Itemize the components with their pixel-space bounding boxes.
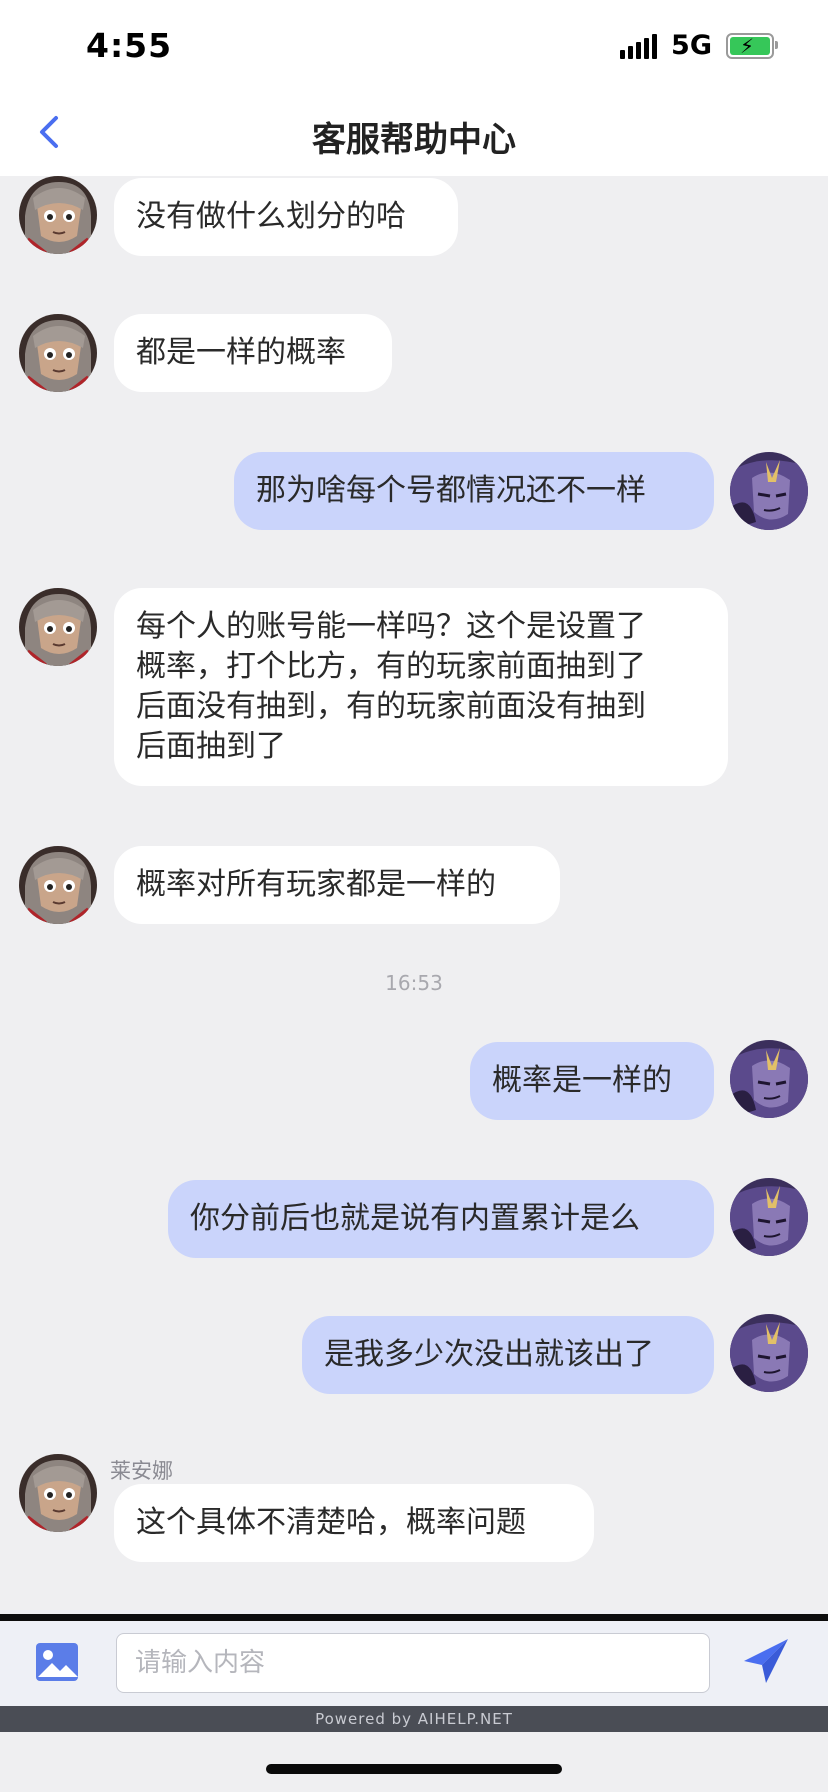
user-avatar[interactable]: [730, 452, 808, 530]
sender-name: 莱安娜: [110, 1459, 173, 1483]
message-input[interactable]: [116, 1633, 710, 1693]
agent-message-bubble: 这个具体不清楚哈，概率问题: [114, 1484, 594, 1562]
agent-message-bubble: 没有做什么划分的哈: [114, 178, 458, 256]
input-bar: [0, 1614, 828, 1706]
user-message-bubble: 那为啥每个号都情况还不一样: [234, 452, 714, 530]
user-avatar[interactable]: [730, 1314, 808, 1392]
signal-icon: [620, 33, 658, 59]
image-upload-button[interactable]: [34, 1639, 80, 1685]
top-bar: 4:55 5G ⚡ 客服帮助中心: [0, 0, 828, 176]
powered-by-footer: Powered by AIHELP.NET: [0, 1706, 828, 1732]
agent-avatar[interactable]: [19, 314, 97, 392]
network-label: 5G: [671, 30, 712, 61]
user-message-bubble: 你分前后也就是说有内置累计是么: [168, 1180, 714, 1258]
user-avatar[interactable]: [730, 1178, 808, 1256]
agent-avatar[interactable]: [19, 588, 97, 666]
time-separator: 16:53: [385, 971, 443, 995]
send-button[interactable]: [740, 1635, 792, 1687]
home-indicator[interactable]: [266, 1764, 562, 1774]
agent-avatar[interactable]: [19, 846, 97, 924]
battery-icon: ⚡: [726, 32, 778, 59]
page-title: 客服帮助中心: [312, 120, 516, 160]
user-message-bubble: 概率是一样的: [470, 1042, 714, 1120]
agent-message-bubble: 概率对所有玩家都是一样的: [114, 846, 560, 924]
user-avatar[interactable]: [730, 1040, 808, 1118]
user-message-bubble: 是我多少次没出就该出了: [302, 1316, 714, 1394]
status-indicators: 5G ⚡: [620, 30, 778, 61]
agent-avatar[interactable]: [19, 1454, 97, 1532]
agent-message-bubble: 每个人的账号能一样吗？这个是设置了 概率，打个比方，有的玩家前面抽到了 后面没有…: [114, 588, 728, 786]
status-time: 4:55: [86, 26, 173, 65]
agent-avatar[interactable]: [19, 176, 97, 254]
agent-message-bubble: 都是一样的概率: [114, 314, 392, 392]
